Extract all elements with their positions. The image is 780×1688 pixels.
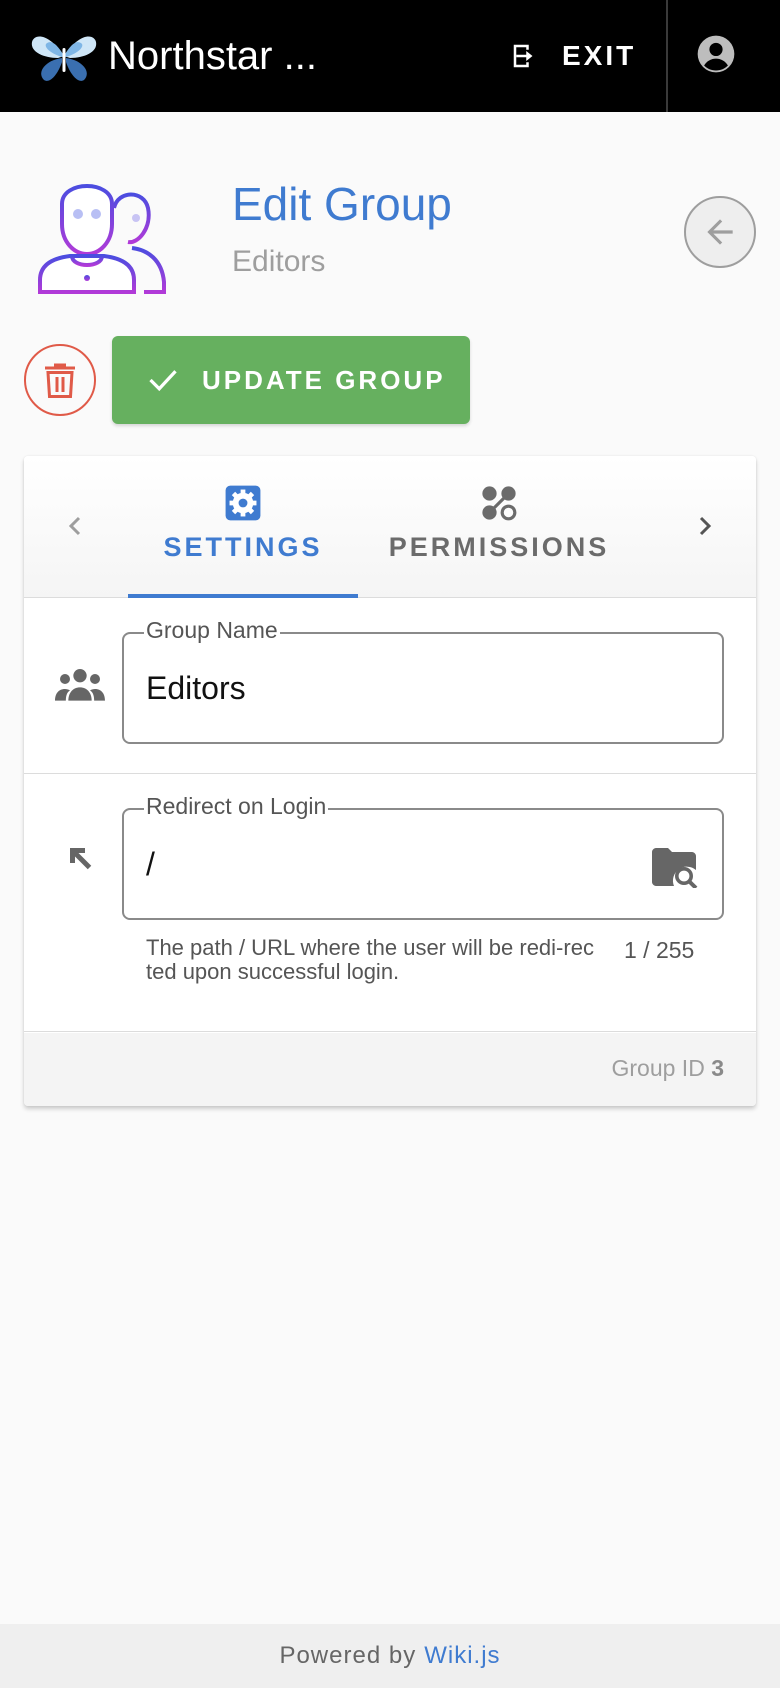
site-title[interactable]: Northstar ...	[108, 30, 317, 82]
group-card: SETTINGS PERMISSIONS Group Name Editors …	[24, 456, 756, 1106]
tab-permissions[interactable]: PERMISSIONS	[364, 484, 634, 598]
top-bar: Northstar ... EXIT	[0, 0, 780, 112]
redirect-counter: 1 / 255	[624, 937, 695, 963]
tab-permissions-label: PERMISSIONS	[388, 532, 610, 562]
group-icon	[54, 658, 106, 710]
tab-settings-label: SETTINGS	[163, 532, 323, 562]
trash-icon	[45, 363, 75, 398]
page-subtitle: Editors	[232, 245, 326, 278]
tab-bar: SETTINGS PERMISSIONS	[24, 456, 756, 598]
group-illustration-icon	[38, 184, 166, 294]
account-icon[interactable]	[694, 32, 738, 76]
delete-group-button[interactable]	[24, 344, 96, 416]
group-id-label: Group ID	[611, 1055, 712, 1081]
arrow-top-left-icon	[54, 832, 106, 884]
update-group-label: UPDATE GROUP	[202, 364, 446, 395]
redirect-field[interactable]: Redirect on Login /	[122, 792, 724, 920]
group-id-value: 3	[711, 1055, 724, 1081]
permissions-icon	[482, 486, 517, 521]
redirect-row: Redirect on Login /	[24, 774, 756, 1032]
chevron-left-icon	[68, 516, 81, 536]
exit-button[interactable]: EXIT	[510, 30, 636, 82]
folder-search-icon[interactable]	[652, 848, 700, 888]
powered-by-text: Powered by	[279, 1642, 417, 1669]
update-group-button[interactable]: UPDATE GROUP	[112, 336, 470, 424]
arrow-left-icon	[707, 219, 733, 245]
group-name-value[interactable]: Editors	[146, 666, 246, 710]
exit-icon	[513, 44, 533, 68]
wikijs-link[interactable]: Wiki.js	[424, 1642, 500, 1670]
tab-settings[interactable]: SETTINGS	[128, 484, 358, 598]
group-id: Group ID 3	[611, 1055, 724, 1082]
topbar-divider	[666, 0, 668, 112]
check-icon	[149, 370, 177, 392]
card-footer: Group ID 3	[24, 1033, 756, 1106]
group-name-row: Group Name Editors	[24, 598, 756, 774]
tab-prev-button[interactable]	[54, 504, 98, 548]
back-button[interactable]	[684, 196, 756, 268]
group-name-label: Group Name	[144, 616, 280, 644]
page-title: Edit Group	[232, 178, 452, 230]
chevron-right-icon	[699, 516, 712, 536]
exit-label: EXIT	[562, 40, 637, 71]
redirect-label: Redirect on Login	[144, 792, 329, 820]
group-name-field[interactable]: Group Name Editors	[122, 616, 724, 744]
gear-icon	[225, 485, 261, 521]
redirect-hint: The path / URL where the user will be re…	[146, 935, 594, 984]
redirect-value[interactable]: /	[146, 842, 155, 886]
page-footer: Powered by Wiki.js	[0, 1624, 780, 1688]
butterfly-logo-icon[interactable]	[28, 26, 100, 86]
tab-next-button[interactable]	[682, 504, 726, 548]
